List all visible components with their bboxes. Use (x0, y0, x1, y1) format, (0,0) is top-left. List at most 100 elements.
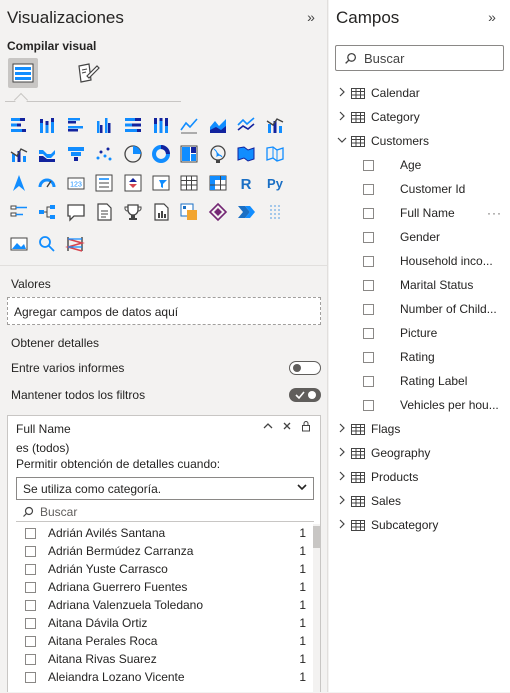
field-item[interactable]: Customer Id (363, 177, 510, 201)
map-icon[interactable] (234, 142, 258, 166)
field-item[interactable]: Rating Label (363, 369, 510, 393)
dotted-placeholder-icon[interactable] (263, 200, 287, 224)
field-item[interactable]: Vehicles per hou... (363, 393, 510, 417)
filter-value-checkbox[interactable] (25, 545, 36, 557)
field-checkbox[interactable] (363, 207, 374, 219)
field-checkbox[interactable] (363, 303, 374, 315)
collapse-fields-icon[interactable]: » (484, 9, 500, 25)
azure-map-icon[interactable] (7, 171, 31, 195)
values-drop-zone[interactable]: Agregar campos de datos aquí (7, 297, 321, 325)
filter-value-checkbox[interactable] (25, 653, 36, 665)
clustered-bar-chart-icon[interactable] (64, 113, 88, 137)
field-checkbox[interactable] (363, 327, 374, 339)
goals-trophy-icon[interactable] (121, 200, 145, 224)
ribbon-chart-icon[interactable] (35, 142, 59, 166)
more-options-icon[interactable]: ··· (487, 206, 502, 220)
power-apps-icon[interactable] (177, 200, 201, 224)
chevron-right-icon[interactable] (337, 495, 347, 508)
card-icon[interactable]: 123 (64, 171, 88, 195)
format-visual-tab[interactable] (73, 58, 103, 88)
remove-filter-icon[interactable] (281, 420, 293, 435)
filter-value-item[interactable]: Adrián Yuste Carrasco 1 (16, 560, 314, 578)
field-item[interactable]: Age (363, 153, 510, 177)
waterfall-chart-icon[interactable] (64, 142, 88, 166)
image-visual-icon[interactable] (7, 232, 31, 256)
filter-value-checkbox[interactable] (25, 581, 36, 593)
custom-ribbon-icon[interactable] (63, 232, 87, 256)
drillthrough-condition-select[interactable]: Se utiliza como categoría. (16, 477, 314, 500)
table-flags[interactable]: Flags (329, 417, 510, 441)
filter-value-item[interactable]: Adriana Guerrero Fuentes 1 (16, 578, 314, 596)
multi-row-card-icon[interactable] (92, 171, 116, 195)
collapse-card-icon[interactable] (262, 420, 274, 435)
field-checkbox[interactable] (363, 255, 374, 267)
table-geography[interactable]: Geography (329, 441, 510, 465)
100-stacked-bar-chart-icon[interactable] (121, 113, 145, 137)
filter-value-item[interactable]: Adriana Valenzuela Toledano 1 (16, 596, 314, 614)
field-checkbox[interactable] (363, 351, 374, 363)
field-item[interactable]: Household inco... (363, 249, 510, 273)
table-products[interactable]: Products (329, 465, 510, 489)
table-subcategory[interactable]: Subcategory (329, 513, 510, 537)
chevron-right-icon[interactable] (337, 87, 347, 100)
power-automate-icon[interactable] (206, 200, 230, 224)
slicer-icon[interactable] (149, 171, 173, 195)
filter-value-item[interactable]: Aitana Rivas Suarez 1 (16, 650, 314, 668)
field-checkbox[interactable] (363, 183, 374, 195)
build-visual-tab[interactable] (8, 58, 38, 88)
stacked-area-chart-icon[interactable] (234, 113, 258, 137)
donut-chart-icon[interactable] (177, 142, 201, 166)
field-checkbox[interactable] (363, 375, 374, 387)
line-clustered-column-chart-icon[interactable] (7, 142, 31, 166)
field-checkbox[interactable] (363, 279, 374, 291)
table-sales[interactable]: Sales (329, 489, 510, 513)
gauge-icon[interactable] (35, 171, 59, 195)
paginated-report-icon[interactable] (149, 200, 173, 224)
filter-value-checkbox[interactable] (25, 563, 36, 575)
table-visual-icon[interactable] (177, 171, 201, 195)
qna-icon[interactable] (64, 200, 88, 224)
chevron-down-icon[interactable] (337, 135, 347, 148)
chevron-right-icon[interactable] (337, 423, 347, 436)
power-automate-flow-icon[interactable] (234, 200, 258, 224)
chevron-right-icon[interactable] (337, 111, 347, 124)
clustered-column-chart-icon[interactable] (92, 113, 116, 137)
cross-report-toggle[interactable] (289, 361, 321, 375)
field-item[interactable]: Marital Status (363, 273, 510, 297)
r-script-visual-icon[interactable]: R (234, 171, 258, 195)
stacked-bar-chart-icon[interactable] (7, 113, 31, 137)
chevron-right-icon[interactable] (337, 447, 347, 460)
filled-map-icon[interactable] (263, 142, 287, 166)
table-category[interactable]: Category (329, 105, 510, 129)
filter-search-box[interactable]: Buscar (16, 502, 314, 522)
stacked-column-chart-icon[interactable] (35, 113, 59, 137)
key-influencers-icon[interactable] (7, 200, 31, 224)
filter-value-item[interactable]: Adrián Bermúdez Carranza 1 (16, 542, 314, 560)
kpi-icon[interactable] (121, 171, 145, 195)
matrix-icon[interactable] (206, 171, 230, 195)
filter-value-checkbox[interactable] (25, 599, 36, 611)
filter-value-item[interactable]: Aitana Dávila Ortiz 1 (16, 614, 314, 632)
filter-value-checkbox[interactable] (25, 617, 36, 629)
field-item[interactable]: Rating (363, 345, 510, 369)
field-checkbox[interactable] (363, 399, 374, 411)
chevron-right-icon[interactable] (337, 519, 347, 532)
chevron-right-icon[interactable] (337, 471, 347, 484)
area-chart-icon[interactable] (206, 113, 230, 137)
field-item[interactable]: Gender (363, 225, 510, 249)
treemap-icon[interactable] (206, 142, 230, 166)
collapse-visualizations-icon[interactable]: » (303, 9, 319, 25)
field-checkbox[interactable] (363, 159, 374, 171)
filter-value-checkbox[interactable] (25, 635, 36, 647)
decomposition-tree-icon[interactable] (35, 200, 59, 224)
filter-value-checkbox[interactable] (25, 671, 36, 683)
smart-narrative-icon[interactable] (92, 200, 116, 224)
funnel-chart-icon[interactable] (92, 142, 116, 166)
100-stacked-column-chart-icon[interactable] (149, 113, 173, 137)
filter-list-scrollbar-thumb[interactable] (313, 526, 320, 548)
filter-value-item[interactable]: Aitana Perales Roca 1 (16, 632, 314, 650)
filter-value-checkbox[interactable] (25, 527, 36, 539)
search-visual-icon[interactable] (35, 232, 59, 256)
keep-filters-toggle[interactable] (289, 388, 321, 402)
field-item[interactable]: Number of Child... (363, 297, 510, 321)
